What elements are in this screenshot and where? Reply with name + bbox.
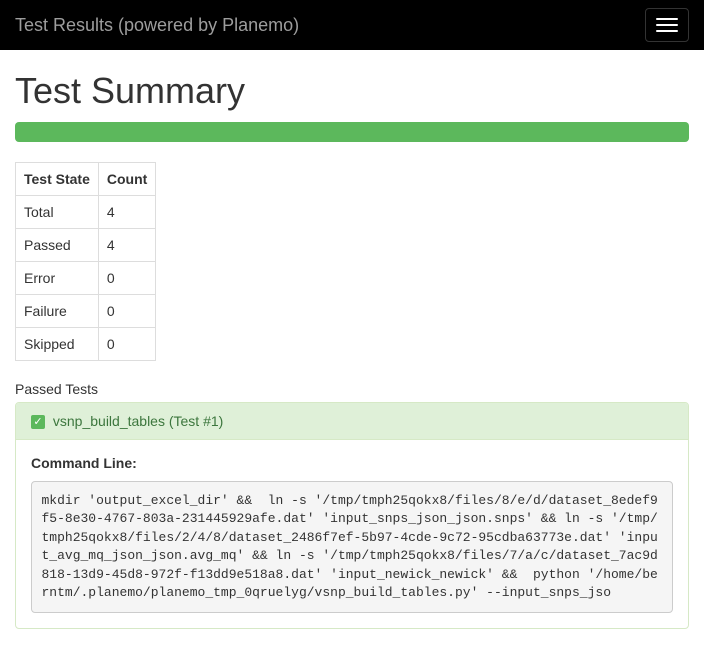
hamburger-icon <box>656 24 678 26</box>
state-cell: Skipped <box>16 328 99 361</box>
page-title: Test Summary <box>15 70 689 112</box>
col-header-state: Test State <box>16 163 99 196</box>
test-panel-heading[interactable]: ✓ vsnp_build_tables (Test #1) <box>16 403 688 440</box>
test-panel-body: Command Line: mkdir 'output_excel_dir' &… <box>16 440 688 628</box>
hamburger-icon <box>656 30 678 32</box>
state-cell: Total <box>16 196 99 229</box>
check-icon: ✓ <box>31 415 45 429</box>
count-cell: 0 <box>98 295 155 328</box>
table-row: Skipped 0 <box>16 328 156 361</box>
table-row: Passed 4 <box>16 229 156 262</box>
passed-tests-header: Passed Tests <box>15 381 689 397</box>
navbar-toggle-button[interactable] <box>645 8 689 42</box>
table-row: Test State Count <box>16 163 156 196</box>
count-cell: 4 <box>98 196 155 229</box>
count-cell: 4 <box>98 229 155 262</box>
navbar: Test Results (powered by Planemo) <box>0 0 704 50</box>
table-row: Failure 0 <box>16 295 156 328</box>
table-row: Error 0 <box>16 262 156 295</box>
state-cell: Failure <box>16 295 99 328</box>
command-line-output: mkdir 'output_excel_dir' && ln -s '/tmp/… <box>31 481 673 613</box>
col-header-count: Count <box>98 163 155 196</box>
progress-bar-passed <box>15 122 689 142</box>
progress-bar-container <box>15 122 689 142</box>
test-title: vsnp_build_tables (Test #1) <box>53 413 223 429</box>
test-panel: ✓ vsnp_build_tables (Test #1) Command Li… <box>15 402 689 629</box>
state-cell: Error <box>16 262 99 295</box>
count-cell: 0 <box>98 262 155 295</box>
count-cell: 0 <box>98 328 155 361</box>
hamburger-icon <box>656 18 678 20</box>
summary-table: Test State Count Total 4 Passed 4 Error … <box>15 162 156 361</box>
state-cell: Passed <box>16 229 99 262</box>
table-row: Total 4 <box>16 196 156 229</box>
navbar-brand: Test Results (powered by Planemo) <box>15 0 299 51</box>
command-line-label: Command Line: <box>31 455 673 471</box>
